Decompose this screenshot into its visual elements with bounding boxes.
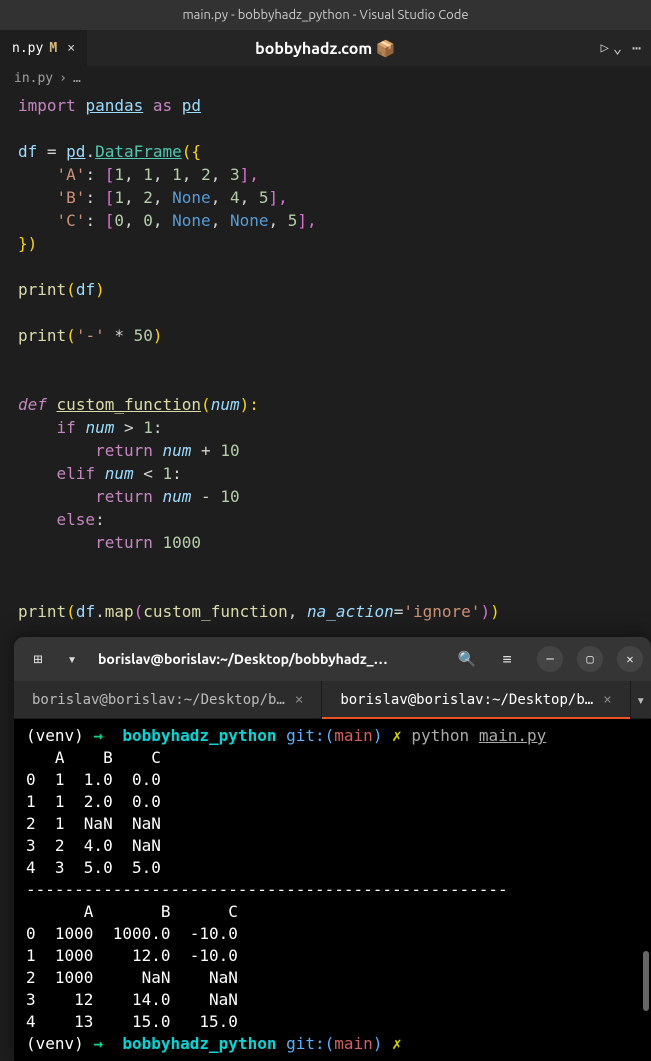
more-icon[interactable]: ⋯ bbox=[632, 39, 641, 57]
output-line: 3 12 14.0 NaN bbox=[26, 990, 238, 1009]
fn-print: print bbox=[18, 280, 66, 299]
terminal-body[interactable]: (venv) → bobbyhadz_python git:(main) ✗ p… bbox=[14, 719, 651, 1061]
close-icon[interactable]: × bbox=[63, 41, 79, 56]
output-line: ----------------------------------------… bbox=[26, 880, 508, 899]
new-tab-button[interactable]: ⊞ bbox=[22, 643, 54, 675]
terminal-tab-label: borislav@borislav:~/Desktop/b… bbox=[32, 692, 285, 708]
editor-tab-bar: n.py M × bobbyhadz.com 📦 ▷ ⌄ ⋯ bbox=[0, 30, 651, 66]
breadcrumb-file: in.py bbox=[14, 71, 53, 86]
output-line: 1 1000 12.0 -10.0 bbox=[26, 946, 238, 965]
search-icon[interactable]: 🔍 bbox=[451, 643, 483, 675]
output-line: 1 1 2.0 0.0 bbox=[26, 792, 161, 811]
kw-return: return bbox=[95, 487, 153, 506]
close-button[interactable]: ✕ bbox=[617, 646, 643, 672]
terminal-window: ⊞ ▾ borislav@borislav:~/Desktop/bobbyhad… bbox=[14, 637, 651, 1061]
output-line: 0 1 1.0 0.0 bbox=[26, 770, 161, 789]
code-editor[interactable]: import pandas as pd df = pd.DataFrame({ … bbox=[0, 90, 651, 627]
breadcrumb[interactable]: in.py › … bbox=[0, 66, 651, 90]
kw-def: def bbox=[18, 395, 47, 414]
output-line: A B C bbox=[26, 902, 238, 921]
kw-as: as bbox=[153, 96, 172, 115]
alias-pd: pd bbox=[182, 96, 201, 115]
kw-import: import bbox=[18, 96, 76, 115]
output-line: 4 13 15.0 15.0 bbox=[26, 1012, 238, 1031]
kw-return: return bbox=[95, 533, 153, 552]
dirty-icon: ✗ bbox=[392, 1034, 402, 1053]
terminal-tabs: borislav@borislav:~/Desktop/b… × borisla… bbox=[14, 681, 651, 719]
tab-modified-indicator: M bbox=[49, 41, 57, 56]
terminal-tab-label: borislav@borislav:~/Desktop/b… bbox=[340, 692, 593, 708]
prompt-arrow-icon: → bbox=[93, 726, 103, 745]
run-controls: ▷ ⌄ ⋯ bbox=[601, 39, 642, 57]
scrollbar-thumb[interactable] bbox=[643, 951, 649, 1011]
minimize-button[interactable]: ─ bbox=[537, 646, 563, 672]
terminal-tab-2[interactable]: borislav@borislav:~/Desktop/b… × bbox=[322, 681, 630, 718]
dirty-icon: ✗ bbox=[392, 726, 402, 745]
prompt-arrow-icon: → bbox=[93, 1034, 103, 1053]
ref-pd: pd bbox=[66, 142, 85, 161]
output-line: A B C bbox=[26, 748, 161, 767]
kw-elif: elif bbox=[57, 464, 96, 483]
tab-label: n.py bbox=[12, 41, 43, 56]
window-title: main.py - bobbyhadz_python - Visual Stud… bbox=[182, 8, 468, 22]
var-df: df bbox=[18, 142, 37, 161]
close-icon[interactable]: × bbox=[603, 692, 611, 708]
tab-main-py[interactable]: n.py M × bbox=[0, 30, 87, 66]
play-icon[interactable]: ▷ bbox=[601, 40, 609, 56]
fn-print: print bbox=[18, 326, 66, 345]
window-titlebar: main.py - bobbyhadz_python - Visual Stud… bbox=[0, 0, 651, 30]
terminal-title: borislav@borislav:~/Desktop/bobbyhadz_… bbox=[90, 651, 443, 667]
tab-dropdown-icon[interactable]: ▾ bbox=[631, 681, 651, 718]
output-line: 4 3 5.0 5.0 bbox=[26, 858, 161, 877]
center-label: bobbyhadz.com 📦 bbox=[255, 39, 396, 58]
maximize-button[interactable]: ▢ bbox=[577, 646, 603, 672]
cls-dataframe: DataFrame bbox=[95, 142, 182, 161]
kw-if: if bbox=[57, 418, 76, 437]
tab-list-dropdown[interactable]: ▾ bbox=[62, 643, 82, 675]
breadcrumb-ellipsis: … bbox=[73, 71, 81, 86]
output-line: 3 2 4.0 NaN bbox=[26, 836, 161, 855]
mod-pandas: pandas bbox=[85, 96, 143, 115]
output-line: 2 1 NaN NaN bbox=[26, 814, 161, 833]
output-line: 2 1000 NaN NaN bbox=[26, 968, 238, 987]
kw-return: return bbox=[95, 441, 153, 460]
menu-icon[interactable]: ≡ bbox=[491, 643, 523, 675]
chevron-down-icon[interactable]: ⌄ bbox=[613, 39, 622, 57]
terminal-tab-1[interactable]: borislav@borislav:~/Desktop/b… × bbox=[14, 681, 322, 718]
fn-print: print bbox=[18, 602, 66, 621]
close-icon[interactable]: × bbox=[295, 692, 303, 708]
kw-else: else bbox=[57, 510, 96, 529]
output-line: 0 1000 1000.0 -10.0 bbox=[26, 924, 238, 943]
chevron-right-icon: › bbox=[59, 71, 67, 86]
terminal-titlebar[interactable]: ⊞ ▾ borislav@borislav:~/Desktop/bobbyhad… bbox=[14, 637, 651, 681]
fn-custom: custom_function bbox=[57, 395, 202, 414]
